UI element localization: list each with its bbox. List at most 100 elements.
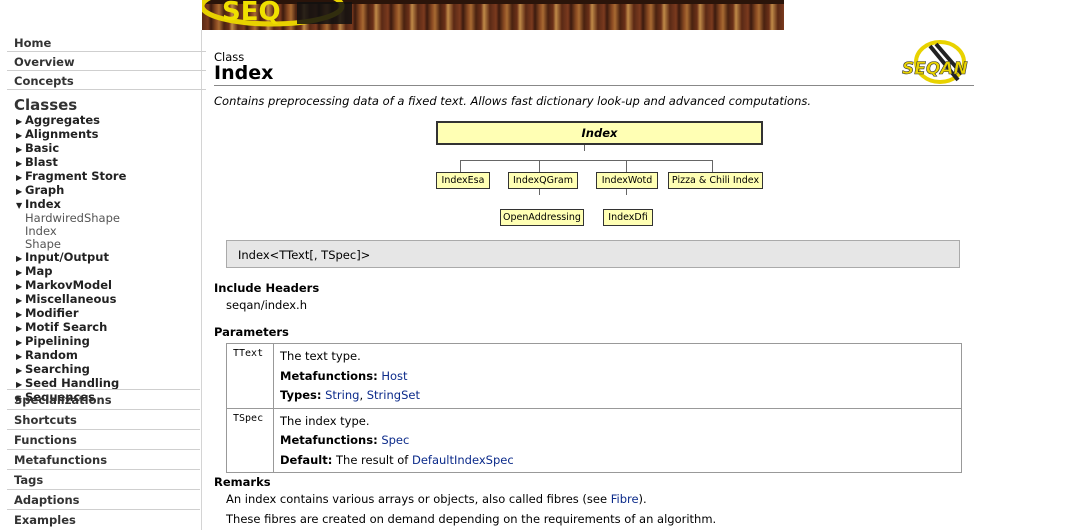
param-description: The text type. xyxy=(280,349,361,363)
param-metafunctions: Metafunctions: Spec xyxy=(280,431,961,451)
nav-functions[interactable]: Functions xyxy=(7,429,200,449)
sidebar-category-index[interactable]: ▼ Index xyxy=(16,198,201,212)
triangle-right-icon: ▶ xyxy=(16,282,23,291)
class-summary: Contains preprocessing data of a fixed t… xyxy=(214,94,812,108)
include-headers-heading: Include Headers xyxy=(214,281,320,295)
category-label: Seed Handling xyxy=(25,376,120,390)
remarks-line-2: These fibres are created on demand depen… xyxy=(226,512,717,526)
sidebar-category-fragment-store[interactable]: ▶ Fragment Store xyxy=(16,170,201,184)
category-label: Aggregates xyxy=(25,113,100,127)
sidebar-category-graph[interactable]: ▶ Graph xyxy=(16,184,201,198)
diagram-connector xyxy=(712,160,713,172)
sidebar-category-pipelining[interactable]: ▶ Pipelining xyxy=(16,335,201,349)
param-description-cell: The index type. Metafunctions: Spec Defa… xyxy=(274,409,961,473)
types-separator: , xyxy=(359,388,367,402)
sidebar-category-modifier[interactable]: ▶ Modifier xyxy=(16,307,201,321)
triangle-right-icon: ▶ xyxy=(16,324,23,333)
link-host[interactable]: Host xyxy=(381,369,407,383)
diagram-connector xyxy=(626,160,627,172)
param-types: Types: String, StringSet xyxy=(280,386,961,406)
category-label: Blast xyxy=(25,155,58,169)
category-label: Graph xyxy=(25,183,65,197)
category-label: Basic xyxy=(25,141,60,155)
link-spec[interactable]: Spec xyxy=(381,433,409,447)
param-default: Default: The result of DefaultIndexSpec xyxy=(280,451,961,471)
sidebar-category-random[interactable]: ▶ Random xyxy=(16,349,201,363)
diagram-connector xyxy=(584,145,585,151)
nav-specializations[interactable]: Specializations xyxy=(7,389,200,409)
category-label: Pipelining xyxy=(25,334,90,348)
triangle-down-icon: ▼ xyxy=(16,201,23,210)
link-defaultindexspec[interactable]: DefaultIndexSpec xyxy=(412,453,514,467)
param-name: TText xyxy=(227,344,274,408)
sidebar-bottom-links: Specializations Shortcuts Functions Meta… xyxy=(7,389,200,529)
link-stringset[interactable]: StringSet xyxy=(367,388,420,402)
category-label: Motif Search xyxy=(25,320,108,334)
sidebar: Home Overview Concepts Classes ▶ Aggregat… xyxy=(0,30,206,530)
header-banner: SEQ xyxy=(202,0,784,30)
category-label: Index xyxy=(25,197,61,211)
sidebar-category-motif-search[interactable]: ▶ Motif Search xyxy=(16,321,201,335)
nav-overview[interactable]: Overview xyxy=(7,52,206,71)
table-row: TSpec The index type. Metafunctions: Spe… xyxy=(227,408,961,473)
diagram-node-indexesa[interactable]: IndexEsa xyxy=(436,172,490,189)
category-label: Random xyxy=(25,348,78,362)
triangle-right-icon: ▶ xyxy=(16,310,23,319)
seqan-logo-text: SEQAN xyxy=(902,59,968,79)
remarks-text: ). xyxy=(638,492,647,506)
nav-metafunctions[interactable]: Metafunctions xyxy=(7,449,200,469)
diagram-node-indexqgram[interactable]: IndexQGram xyxy=(508,172,578,189)
sidebar-category-basic[interactable]: ▶ Basic xyxy=(16,142,201,156)
class-hierarchy-diagram: Index IndexEsa IndexQGram IndexWotd Pizz… xyxy=(424,118,764,228)
table-row: TText The text type. Metafunctions: Host… xyxy=(227,344,961,409)
nav-concepts[interactable]: Concepts xyxy=(7,71,206,90)
sidebar-category-alignments[interactable]: ▶ Alignments xyxy=(16,128,201,142)
triangle-right-icon: ▶ xyxy=(16,366,23,375)
parameters-table: TText The text type. Metafunctions: Host… xyxy=(226,343,962,473)
category-label: Miscellaneous xyxy=(25,292,117,306)
main-content: Class Index SEQAN Contains preprocessing… xyxy=(214,30,974,530)
param-description-cell: The text type. Metafunctions: Host Types… xyxy=(274,344,961,408)
types-label: Types: xyxy=(280,388,322,402)
diagram-node-indexdfi[interactable]: IndexDfi xyxy=(603,209,653,226)
triangle-right-icon: ▶ xyxy=(16,187,23,196)
nav-home[interactable]: Home xyxy=(7,33,206,52)
diagram-connector xyxy=(460,160,712,161)
nav-examples[interactable]: Examples xyxy=(7,509,200,529)
triangle-right-icon: ▶ xyxy=(16,159,23,168)
sidebar-category-map[interactable]: ▶ Map xyxy=(16,265,201,279)
banner-logo-icon: SEQ xyxy=(202,0,352,27)
diagram-node-index[interactable]: Index xyxy=(436,121,763,145)
diagram-node-indexwotd[interactable]: IndexWotd xyxy=(596,172,658,189)
diagram-connector xyxy=(539,160,540,172)
nav-adaptions[interactable]: Adaptions xyxy=(7,489,200,509)
category-label: Fragment Store xyxy=(25,169,127,183)
link-string[interactable]: String xyxy=(325,388,359,402)
category-label: Input/Output xyxy=(25,250,109,264)
classes-heading[interactable]: Classes xyxy=(14,96,201,114)
category-label: Map xyxy=(25,264,53,278)
diagram-node-openaddressing[interactable]: OpenAddressing xyxy=(500,209,584,226)
sidebar-category-markovmodel[interactable]: ▶ MarkovModel xyxy=(16,279,201,293)
sidebar-category-blast[interactable]: ▶ Blast xyxy=(16,156,201,170)
sidebar-category-searching[interactable]: ▶ Searching xyxy=(16,363,201,377)
default-label: Default: xyxy=(280,452,333,467)
triangle-right-icon: ▶ xyxy=(16,268,23,277)
nav-tags[interactable]: Tags xyxy=(7,469,200,489)
nav-shortcuts[interactable]: Shortcuts xyxy=(7,409,200,429)
page-title: Index xyxy=(214,62,274,84)
triangle-right-icon: ▶ xyxy=(16,254,23,263)
sidebar-category-input-output[interactable]: ▶ Input/Output xyxy=(16,251,201,265)
include-path: seqan/index.h xyxy=(226,298,307,312)
triangle-right-icon: ▶ xyxy=(16,296,23,305)
banner-logo-text: SEQ xyxy=(222,0,281,27)
remarks-heading: Remarks xyxy=(214,475,271,489)
diagram-node-pizza-chili-index[interactable]: Pizza & Chili Index xyxy=(668,172,763,189)
metafunctions-label: Metafunctions: xyxy=(280,433,378,447)
triangle-right-icon: ▶ xyxy=(16,352,23,361)
diagram-connector xyxy=(539,189,540,195)
sidebar-category-aggregates[interactable]: ▶ Aggregates xyxy=(16,114,201,128)
sidebar-category-miscellaneous[interactable]: ▶ Miscellaneous xyxy=(16,293,201,307)
link-fibre[interactable]: Fibre xyxy=(611,492,639,506)
seqan-logo-icon: SEQAN xyxy=(902,40,968,84)
